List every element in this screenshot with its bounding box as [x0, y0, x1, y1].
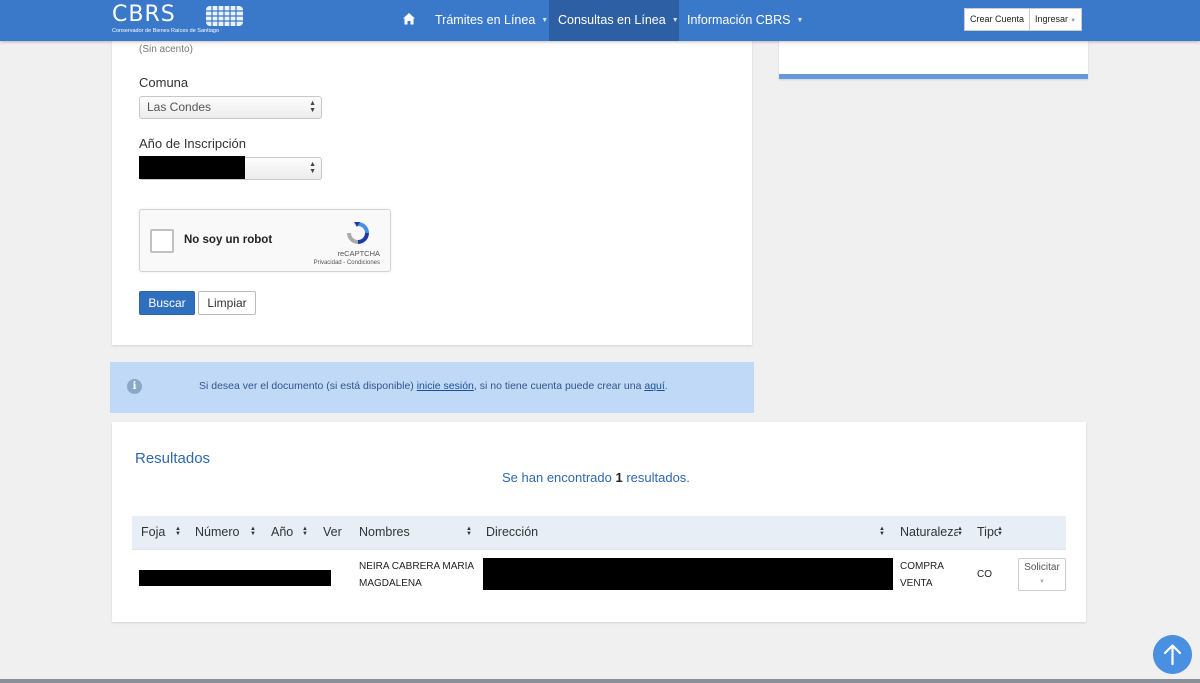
clear-button[interactable]: Limpiar: [198, 291, 256, 315]
search-button[interactable]: Buscar: [139, 291, 195, 315]
sort-icon[interactable]: ▲ ▼: [466, 526, 472, 537]
select-arrows-icon: ▲ ▼: [309, 100, 316, 114]
nav-consultas-label: Consultas en Línea: [558, 13, 666, 27]
naturaleza-line-2: VENTA: [900, 578, 933, 589]
login-button[interactable]: Ingresar ▼: [1029, 9, 1082, 30]
comuna-select[interactable]: Las Condes ▲ ▼: [139, 96, 322, 119]
count-value: 1: [615, 470, 623, 485]
chevron-down-icon: ▼: [1039, 579, 1045, 585]
anio-label: Año de Inscripción: [139, 136, 246, 151]
cell-naturaleza: COMPRA VENTA: [900, 558, 944, 592]
comuna-label: Comuna: [139, 75, 189, 90]
login-link[interactable]: inicie sesión: [417, 380, 474, 392]
col-direccion[interactable]: Dirección: [486, 516, 538, 549]
recaptcha-label: No soy un robot: [184, 234, 273, 246]
results-count: Se han encontrado 1 resultados.: [502, 470, 690, 485]
results-title: Resultados: [135, 450, 211, 467]
sort-icon[interactable]: ▲ ▼: [957, 526, 963, 537]
redacted-block: [139, 156, 245, 179]
chevron-down-icon: ▼: [796, 16, 804, 24]
sort-icon[interactable]: ▲ ▼: [175, 526, 181, 537]
info-icon: i: [127, 379, 142, 394]
solicitar-button[interactable]: Solicitar ▼: [1018, 558, 1066, 591]
recaptcha-links[interactable]: Privacidad - Condiciones: [314, 260, 380, 266]
home-icon[interactable]: [402, 12, 416, 26]
cell-nombres: NEIRA CABRERA MARIA MAGDALENA: [359, 558, 474, 592]
redacted-direccion: [483, 558, 893, 590]
nav-informacion-cbrs[interactable]: Información CBRS ▼: [687, 0, 803, 41]
count-prefix: Se han encontrado: [502, 470, 616, 485]
redacted-foja-numero-anio: [139, 570, 331, 586]
sort-icon[interactable]: ▲ ▼: [879, 526, 885, 537]
count-suffix: resultados.: [622, 470, 690, 485]
logo-grid-icon: [206, 6, 243, 26]
col-naturaleza[interactable]: Naturaleza: [900, 516, 958, 549]
alert-text-after: .: [664, 380, 668, 392]
col-anio[interactable]: Año: [271, 516, 293, 549]
alert-message: Si desea ver el documento (si está dispo…: [199, 380, 668, 392]
col-foja[interactable]: Foja: [141, 516, 165, 549]
nav-consultas-en-linea[interactable]: Consultas en Línea ▼: [549, 0, 679, 41]
col-nombres[interactable]: Nombres: [359, 516, 410, 549]
select-arrows-icon: ▲ ▼: [309, 161, 316, 175]
col-tipo[interactable]: Tipo: [977, 516, 998, 549]
cbrs-logo[interactable]: CBRS Conservador de Bienes Raíces de San…: [112, 2, 247, 36]
alert-text-before: Si desea ver el documento (si está dispo…: [199, 380, 417, 392]
recaptcha-widget: No soy un robot reCAPTCHA Privacidad - C…: [139, 209, 391, 272]
recaptcha-checkbox[interactable]: [150, 229, 174, 253]
nombres-line-1: NEIRA CABRERA MARIA: [359, 561, 475, 572]
col-ver: Ver: [323, 525, 342, 539]
account-button-group: Crear Cuenta Ingresar ▼: [964, 8, 1083, 31]
top-navbar: CBRS Conservador de Bienes Raíces de San…: [0, 0, 1200, 41]
cell-tipo: CO: [977, 569, 992, 580]
nav-tramites-en-linea[interactable]: Trámites en Línea ▼: [435, 0, 548, 41]
login-label: Ingresar: [1035, 14, 1069, 24]
chevron-down-icon: ▼: [1070, 18, 1077, 24]
comuna-value: Las Condes: [147, 100, 212, 114]
recaptcha-icon: [347, 222, 369, 244]
scroll-to-top-button[interactable]: [1153, 635, 1192, 674]
naturaleza-line-1: COMPRA: [900, 561, 944, 572]
nombres-line-2: MAGDALENA: [359, 578, 422, 589]
sort-icon[interactable]: ▲ ▼: [997, 526, 1003, 537]
col-numero[interactable]: Número: [195, 516, 239, 549]
nav-tramites-label: Trámites en Línea: [435, 13, 536, 27]
info-alert: i Si desea ver el documento (si está dis…: [110, 362, 754, 413]
nav-info-label: Información CBRS: [687, 13, 791, 27]
logo-text: CBRS: [112, 2, 176, 27]
logo-subtitle: Conservador de Bienes Raíces de Santiago: [112, 28, 220, 34]
create-account-button[interactable]: Crear Cuenta: [965, 9, 1030, 30]
chevron-down-icon: ▼: [541, 16, 549, 24]
create-account-link[interactable]: aquí: [644, 380, 664, 392]
alert-text-middle: , si no tiene cuenta puede crear una: [473, 380, 645, 392]
sort-icon[interactable]: ▲ ▼: [302, 526, 308, 537]
chevron-down-icon: ▼: [671, 16, 679, 24]
sort-icon[interactable]: ▲ ▼: [250, 526, 256, 537]
name-hint: (Sin acento): [139, 44, 193, 55]
recaptcha-brand: reCAPTCHA: [337, 249, 380, 258]
solicitar-label: Solicitar: [1024, 562, 1060, 573]
footer-strip: [0, 679, 1200, 683]
table-row-divider: [132, 549, 1066, 550]
